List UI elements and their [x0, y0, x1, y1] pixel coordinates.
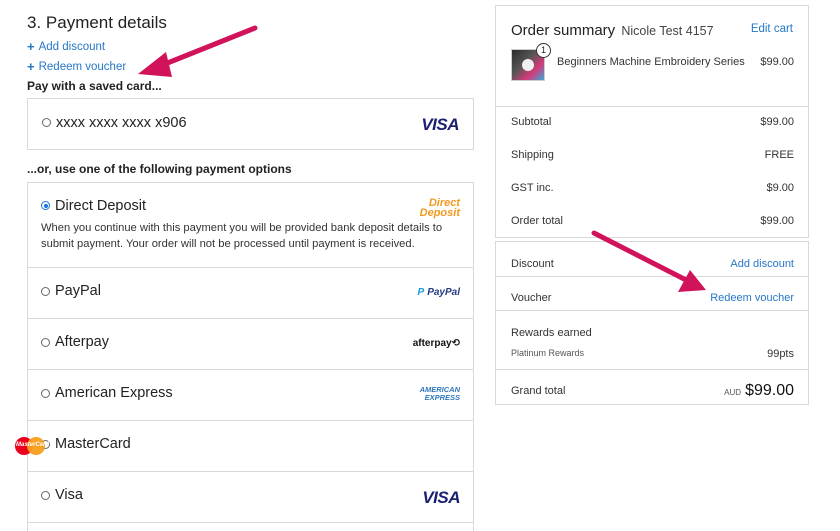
rewards-row: Rewards earned [511, 327, 794, 339]
gst-row: GST inc. $9.00 [511, 182, 794, 194]
order-summary-user: Nicole Test 4157 [621, 24, 714, 38]
redeem-voucher-label: Redeem voucher [38, 60, 127, 73]
rewards-tier-row: Platinum Rewards 99pts [511, 348, 794, 360]
discount-label: Discount [511, 258, 554, 270]
arrow-to-redeem-voucher-link [138, 25, 258, 77]
gst-label: GST inc. [511, 182, 554, 194]
totals-card: Subtotal $99.00 Shipping FREE GST inc. $… [495, 106, 809, 238]
visa-logo-icon: VISA [421, 115, 459, 134]
rewards-tier: Platinum Rewards [511, 348, 585, 358]
saved-card-number: xxxx xxxx xxxx x906 [56, 115, 187, 131]
currency-code: AUD [724, 388, 742, 397]
voucher-row: Voucher Redeem voucher [511, 292, 794, 304]
paypal-radio[interactable] [41, 287, 50, 296]
order-total-value: $99.00 [760, 215, 794, 227]
amex-label: American Express [55, 385, 173, 401]
direct-deposit-logo-icon: Direct Deposit [419, 198, 460, 219]
visa-label: Visa [55, 487, 83, 503]
divider [496, 310, 808, 311]
payment-options-list: Direct Deposit Direct Deposit When you c… [15, 182, 474, 531]
mastercard-logo-icon: MasterCard [13, 435, 50, 457]
grand-total-row: Grand total AUD $99.00 [511, 382, 794, 400]
saved-card-option[interactable]: xxxx xxxx xxxx x906 VISA [27, 98, 474, 150]
plus-icon: + [27, 39, 35, 54]
gst-value: $9.00 [766, 182, 794, 194]
redeem-voucher-summary-link[interactable]: Redeem voucher [710, 292, 794, 304]
paypal-label: PayPal [55, 283, 101, 299]
page-title: 3. Payment details [27, 13, 167, 32]
amex-logo-line2: EXPRESS [424, 393, 460, 402]
order-summary-title: Order summary Nicole Test 4157 [511, 22, 714, 39]
dd-logo-line2: Deposit [419, 207, 460, 219]
edit-cart-link[interactable]: Edit cart [751, 23, 793, 35]
product-price: $99.00 [760, 56, 794, 68]
quantity-badge: 1 [536, 43, 551, 58]
grand-total: AUD $99.00 [724, 382, 794, 400]
divider [27, 522, 474, 523]
payment-option-afterpay[interactable]: Afterpay afterpay⟲ [27, 318, 474, 369]
subtotal-label: Subtotal [511, 116, 552, 128]
or-prefix: ...or [27, 162, 49, 176]
saved-card-radio[interactable] [42, 118, 51, 127]
add-discount-link[interactable]: + Add discount [27, 40, 105, 53]
afterpay-radio[interactable] [41, 338, 50, 347]
shipping-value: FREE [764, 149, 794, 161]
payment-option-amex[interactable]: American Express AMERICAN EXPRESS [27, 369, 474, 420]
grand-total-label: Grand total [511, 385, 566, 397]
add-discount-summary-link[interactable]: Add discount [730, 258, 794, 270]
order-summary-title-text: Order summary [511, 22, 616, 39]
visa-logo-icon: VISA [422, 488, 460, 507]
mastercard-logo-text: MasterCard [16, 442, 50, 448]
direct-deposit-description: When you continue with this payment you … [41, 222, 443, 250]
product-name: Beginners Machine Embroidery Series [557, 56, 745, 68]
afterpay-logo-icon: afterpay⟲ [412, 338, 460, 349]
amex-logo-icon: AMERICAN EXPRESS [420, 386, 460, 402]
payment-option-mastercard[interactable]: MasterCard MasterCard [15, 420, 474, 471]
order-summary-header-card: Order summary Nicole Test 4157 Edit cart… [495, 5, 809, 107]
paypal-logo-text: PayPal [427, 287, 460, 298]
grand-total-value: $99.00 [745, 382, 794, 399]
payment-option-paypal[interactable]: PayPal P PayPal [27, 267, 474, 318]
paypal-logo-icon: P PayPal [417, 287, 460, 298]
rewards-value: 99pts [767, 348, 794, 360]
visa-radio[interactable] [41, 491, 50, 500]
voucher-label: Voucher [511, 292, 552, 304]
order-total-row: Order total $99.00 [511, 215, 794, 227]
subtotal-row: Subtotal $99.00 [511, 116, 794, 128]
shipping-label: Shipping [511, 149, 554, 161]
redeem-voucher-link[interactable]: + Redeem voucher [27, 60, 126, 73]
discount-rewards-card: Discount Add discount Voucher Redeem vou… [495, 241, 809, 405]
shipping-row: Shipping FREE [511, 149, 794, 161]
add-discount-label: Add discount [38, 40, 106, 53]
mastercard-label: MasterCard [55, 436, 131, 452]
order-total-label: Order total [511, 215, 563, 227]
or-rest: , use one of the following payment optio… [48, 162, 292, 176]
direct-deposit-radio[interactable] [41, 201, 50, 210]
afterpay-label: Afterpay [55, 334, 109, 350]
amex-radio[interactable] [41, 389, 50, 398]
rewards-label: Rewards earned [511, 327, 592, 339]
direct-deposit-label: Direct Deposit [55, 198, 147, 214]
afterpay-logo-text: afterpay [412, 338, 452, 349]
saved-card-heading: Pay with a saved card... [27, 79, 162, 93]
payment-option-direct-deposit[interactable]: Direct Deposit Direct Deposit When you c… [27, 183, 474, 267]
payment-options-heading: ...or, use one of the following payment … [27, 162, 292, 176]
discount-row: Discount Add discount [511, 258, 794, 270]
plus-icon: + [27, 59, 35, 74]
subtotal-value: $99.00 [760, 116, 794, 128]
divider [496, 276, 808, 277]
divider [496, 369, 808, 370]
